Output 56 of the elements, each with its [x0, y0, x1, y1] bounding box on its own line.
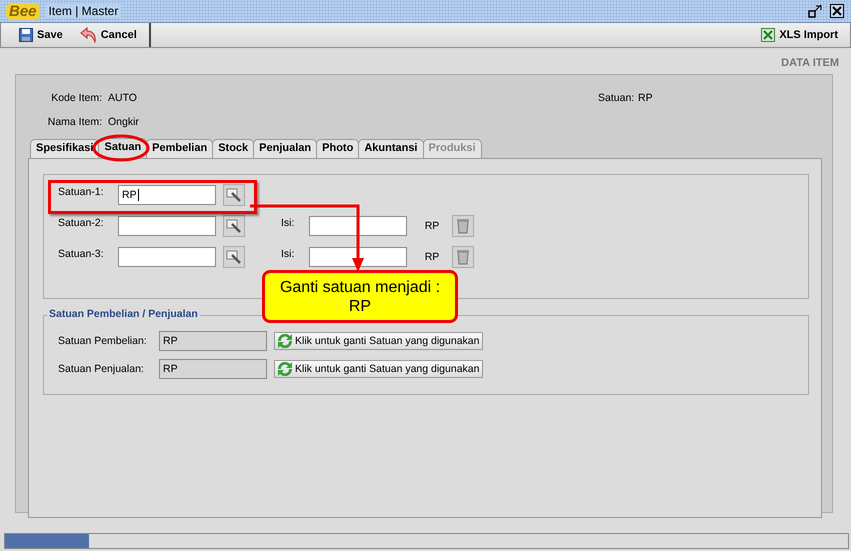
edit-button[interactable]: [223, 246, 245, 268]
input-field[interactable]: [309, 246, 407, 266]
field-value: Ongkir: [108, 116, 140, 128]
tab[interactable]: Akuntansi: [358, 139, 424, 158]
restore-button[interactable]: [807, 3, 823, 19]
pencil-icon: [226, 218, 242, 234]
field-label: Satuan Pembelian:: [58, 335, 148, 347]
field-label: Satuan-3:: [58, 247, 105, 260]
trash-icon: [456, 218, 470, 234]
field-value: RP: [638, 92, 654, 104]
readonly-field: RP: [159, 331, 267, 351]
tab[interactable]: Spesifikasi: [30, 139, 100, 158]
highlight-ellipse: [92, 134, 150, 162]
refresh-icon: [278, 334, 292, 348]
readonly-field: RP: [159, 359, 267, 379]
field-value: AUTO: [108, 92, 138, 104]
callout: Ganti satuan menjadi : RP: [262, 270, 458, 323]
input-field[interactable]: [118, 216, 216, 236]
refresh-icon: [278, 362, 292, 376]
field-label: Satuan-1:: [58, 185, 105, 198]
input-field[interactable]: RP: [118, 184, 216, 204]
cancel-button[interactable]: Cancel: [74, 25, 141, 45]
delete-button[interactable]: [452, 214, 474, 236]
change-unit-button[interactable]: Klik untuk ganti Satuan yang digunakan: [274, 360, 484, 378]
group-title: Satuan Pembelian / Penjualan: [47, 308, 200, 320]
unit-label: RP: [424, 220, 440, 232]
input-field[interactable]: [118, 246, 216, 266]
app-logo: Bee: [6, 2, 40, 20]
field-label: Satuan:: [598, 92, 636, 104]
unit-label: RP: [424, 250, 440, 262]
window-title: Item | Master: [46, 4, 122, 18]
tab[interactable]: Photo: [316, 139, 360, 158]
pencil-icon: [226, 248, 242, 264]
edit-button[interactable]: [223, 214, 245, 236]
tab[interactable]: Penjualan: [253, 139, 318, 158]
tab[interactable]: Stock: [212, 139, 254, 158]
trash-icon: [456, 248, 470, 264]
input-field[interactable]: [309, 216, 407, 236]
edit-button[interactable]: [223, 184, 245, 206]
tab[interactable]: Pembelian: [146, 139, 214, 158]
spreadsheet-icon: [761, 28, 776, 42]
field-label: Satuan-2:: [58, 216, 105, 229]
xls-import-button[interactable]: XLS Import: [757, 23, 842, 47]
section-title: DATA ITEM: [780, 56, 840, 71]
field-label: Nama Item:: [46, 116, 103, 128]
change-unit-button[interactable]: Klik untuk ganti Satuan yang digunakan: [274, 332, 484, 350]
save-button[interactable]: Save: [15, 26, 67, 44]
field-label: Isi:: [281, 247, 296, 260]
undo-arrow-icon: [78, 27, 97, 43]
pencil-icon: [226, 186, 242, 202]
field-label: Kode Item:: [50, 92, 103, 104]
close-button[interactable]: [829, 3, 845, 19]
floppy-icon: [19, 28, 33, 42]
field-label: Isi:: [281, 216, 296, 229]
delete-button[interactable]: [452, 246, 474, 268]
field-label: Satuan Penjualan:: [58, 363, 145, 375]
